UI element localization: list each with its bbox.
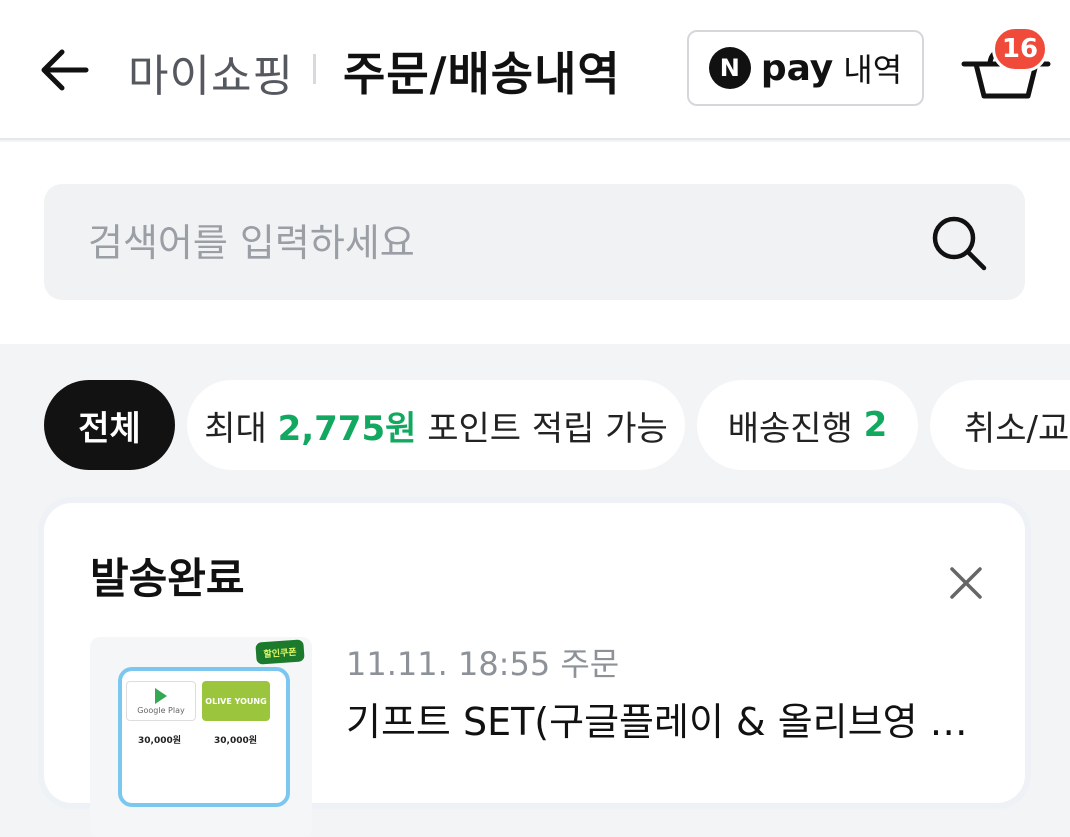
google-play-label: Google Play (137, 705, 185, 715)
google-play-card: Google Play (126, 681, 196, 721)
olive-young-card: OLIVE YOUNG (202, 681, 270, 721)
npay-history-button[interactable]: N pay 내역 (687, 30, 924, 106)
npay-brand-label: pay (760, 47, 834, 89)
order-card[interactable]: 발송완료 할인쿠폰 Google Play OLIVE YOUNG 30,000… (44, 503, 1025, 837)
search-icon[interactable] (930, 214, 988, 272)
search-section (0, 142, 1070, 344)
back-button[interactable] (36, 42, 92, 98)
close-icon[interactable] (944, 561, 988, 605)
filter-chip-all[interactable]: 전체 (44, 380, 175, 470)
order-date: 11.11. 18:55 주문 (346, 645, 620, 683)
google-play-icon (155, 687, 167, 704)
search-box (44, 184, 1025, 300)
search-input[interactable] (88, 216, 908, 270)
breadcrumb-divider (313, 54, 316, 84)
points-prefix: 최대 (204, 408, 267, 449)
points-suffix: 포인트 적립 가능 (427, 408, 668, 449)
arrow-left-icon (41, 49, 89, 91)
points-amount: 2,775원 (277, 408, 417, 449)
npay-logo-icon: N (708, 47, 751, 89)
npay-history-label: 내역 (843, 51, 903, 89)
filter-chip-cancel[interactable]: 취소/교환/반품 (930, 380, 1070, 470)
shipping-label: 배송진행 (727, 408, 853, 449)
card2-price: 30,000원 (214, 736, 258, 746)
filter-chip-points[interactable]: 최대 2,775원 포인트 적립 가능 (187, 380, 685, 470)
page-title: 주문/배송내역 (343, 47, 621, 101)
shipping-count: 2 (863, 405, 888, 445)
filter-chips: 전체 최대 2,775원 포인트 적립 가능 배송진행 2 취소/교환/반품 (0, 380, 1070, 472)
product-thumbnail[interactable]: 할인쿠폰 Google Play OLIVE YOUNG 30,000원 30,… (90, 637, 312, 837)
card1-price: 30,000원 (138, 736, 182, 746)
cart-count-badge: 16 (992, 26, 1048, 72)
app-header: 마이쇼핑 주문/배송내역 N pay 내역 16 (0, 0, 1070, 140)
order-status: 발송완료 (90, 554, 245, 603)
product-name[interactable]: 기프트 SET(구글플레이 & 올리브영 6만원) (346, 691, 986, 746)
filter-chip-shipping[interactable]: 배송진행 2 (697, 380, 918, 470)
breadcrumb-myshopping[interactable]: 마이쇼핑 (128, 40, 294, 104)
thumbnail-sticker: 할인쿠폰 (255, 639, 305, 665)
